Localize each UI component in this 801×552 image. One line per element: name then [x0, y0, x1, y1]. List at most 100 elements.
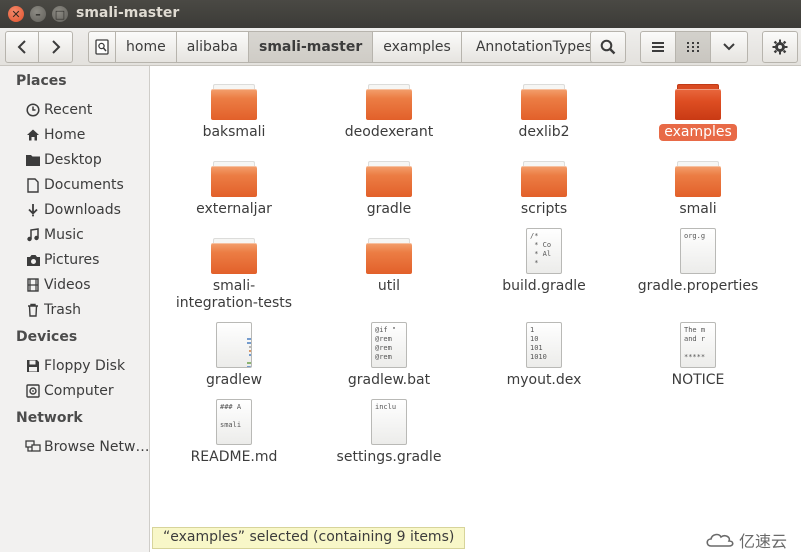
home-icon — [25, 127, 41, 143]
floppy-icon — [25, 358, 41, 374]
camera-icon — [25, 252, 41, 268]
file-item-examples[interactable]: examples — [623, 82, 773, 141]
folder-icon — [521, 82, 567, 120]
folder-icon — [366, 159, 412, 197]
sidebar-item-label: Browse Netw… — [44, 439, 150, 455]
text-file-icon: org.g — [680, 228, 716, 274]
file-name: scripts — [520, 201, 568, 217]
breadcrumb-alibaba[interactable]: alibaba — [176, 31, 249, 63]
file-item-util[interactable]: util — [314, 236, 464, 295]
search-icon — [600, 39, 616, 55]
maximize-icon: □ — [54, 7, 66, 21]
grid-view-button[interactable] — [675, 31, 711, 63]
minimize-window-button[interactable]: – — [30, 6, 46, 22]
text-file-icon: ### A smali — [216, 399, 252, 445]
file-item-baksmali[interactable]: baksmali — [159, 82, 309, 141]
list-view-button[interactable] — [640, 31, 676, 63]
script-file-icon — [216, 322, 252, 368]
file-name: gradlew.bat — [347, 372, 431, 388]
sidebar-item-label: Desktop — [44, 152, 102, 168]
close-window-button[interactable]: ✕ — [8, 6, 24, 22]
sidebar-item-home[interactable]: Home — [0, 124, 150, 146]
file-item-smali-integration-tests[interactable]: smali-integration-tests — [159, 236, 309, 312]
file-name: smali — [679, 201, 717, 217]
file-item-build-gradle[interactable]: /* * Co * Al * gradle.properties build.g… — [469, 228, 619, 295]
file-item-myout-dex[interactable]: 1 10 101 1010 myout.dex — [469, 322, 619, 389]
sidebar-item-pictures[interactable]: Pictures — [0, 249, 150, 271]
search-button[interactable] — [590, 31, 626, 63]
file-name: examples — [659, 124, 737, 141]
sidebar-item-floppy-disk[interactable]: Floppy Disk — [0, 355, 150, 377]
watermark-text: 亿速云 — [738, 532, 787, 551]
text-file-icon: @if " @rem @rem @rem — [371, 322, 407, 368]
text-file-icon: The m and r ***** — [680, 322, 716, 368]
sidebar-item-label: Music — [44, 227, 84, 243]
back-button[interactable] — [5, 31, 39, 63]
network-icon — [25, 439, 41, 455]
file-grid: baksmali deodexerant dexlib2 examples ex… — [151, 66, 801, 552]
breadcrumb-home[interactable]: home — [116, 31, 177, 63]
breadcrumb-smali-master[interactable]: smali-master — [249, 31, 374, 63]
file-name: NOTICE — [671, 372, 725, 388]
settings-button[interactable] — [762, 31, 798, 63]
document-icon — [25, 177, 41, 193]
sidebar-item-videos[interactable]: Videos — [0, 274, 150, 296]
folder-icon — [675, 82, 721, 120]
close-icon: ✕ — [11, 7, 21, 21]
breadcrumb-annotationtypes[interactable]: AnnotationTypes — [461, 31, 608, 63]
folder-icon — [675, 159, 721, 197]
file-item-readme-md[interactable]: ### A smali README.md — [159, 399, 309, 466]
folder-icon — [521, 159, 567, 197]
sidebar-item-music[interactable]: Music — [0, 224, 150, 246]
file-item-gradle-properties[interactable]: org.g gradle.properties — [623, 228, 773, 295]
minimize-icon: – — [35, 7, 41, 21]
file-name: dexlib2 — [518, 124, 570, 140]
file-item-smali[interactable]: smali — [623, 159, 773, 218]
file-item-notice[interactable]: The m and r ***** NOTICE — [623, 322, 773, 389]
file-item-externaljar[interactable]: externaljar — [159, 159, 309, 218]
file-item-settings-gradle[interactable]: inclu settings.gradle — [314, 399, 464, 466]
sidebar-item-recent[interactable]: Recent — [0, 99, 150, 121]
file-name: build.gradle — [502, 278, 586, 294]
sidebar-item-computer[interactable]: Computer — [0, 380, 150, 402]
file-name: myout.dex — [506, 372, 582, 388]
sidebar-item-trash[interactable]: Trash — [0, 299, 150, 321]
file-item-gradle[interactable]: gradle — [314, 159, 464, 218]
folder-icon — [366, 236, 412, 274]
maximize-window-button[interactable]: □ — [52, 6, 68, 22]
clock-icon — [25, 102, 41, 118]
breadcrumb-examples[interactable]: examples — [373, 31, 462, 63]
window-title: smali-master — [76, 5, 180, 21]
chevron-left-icon — [17, 40, 26, 54]
file-name: deodexerant — [344, 124, 434, 140]
binary-file-icon: 1 10 101 1010 — [526, 322, 562, 368]
watermark: 亿速云 — [705, 528, 787, 552]
text-file-icon: /* * Co * Al * — [526, 228, 562, 274]
sidebar-item-documents[interactable]: Documents — [0, 174, 150, 196]
status-bar: “examples” selected (containing 9 items) — [152, 527, 466, 549]
desktop-icon — [25, 152, 41, 168]
file-name: util — [377, 278, 401, 294]
chevron-down-icon — [723, 43, 735, 51]
grid-icon — [687, 42, 699, 52]
forward-button[interactable] — [38, 31, 73, 63]
file-name: gradlew — [205, 372, 263, 388]
sidebar-item-label: Pictures — [44, 252, 100, 268]
file-name: settings.gradle — [336, 449, 442, 465]
file-item-gradlew-bat[interactable]: @if " @rem @rem @rem gradlew.bat — [314, 322, 464, 389]
sidebar-item-downloads[interactable]: Downloads — [0, 199, 150, 221]
breadcrumb: home alibaba smali-master examples Annot… — [88, 31, 608, 63]
folder-icon — [211, 236, 257, 274]
location-toggle-button[interactable] — [88, 31, 116, 63]
file-item-scripts[interactable]: scripts — [469, 159, 619, 218]
file-item-deodexerant[interactable]: deodexerant — [314, 82, 464, 141]
sidebar-item-label: Floppy Disk — [44, 358, 126, 374]
file-item-gradlew[interactable]: gradlew — [159, 322, 309, 389]
sidebar-item-browse-network[interactable]: Browse Netw… — [0, 436, 150, 458]
view-options-button[interactable] — [710, 31, 748, 63]
sidebar-item-label: Computer — [44, 383, 114, 399]
sidebar-item-label: Videos — [44, 277, 91, 293]
file-item-dexlib2[interactable]: dexlib2 — [469, 82, 619, 141]
sidebar-item-desktop[interactable]: Desktop — [0, 149, 150, 171]
trash-icon — [25, 302, 41, 318]
